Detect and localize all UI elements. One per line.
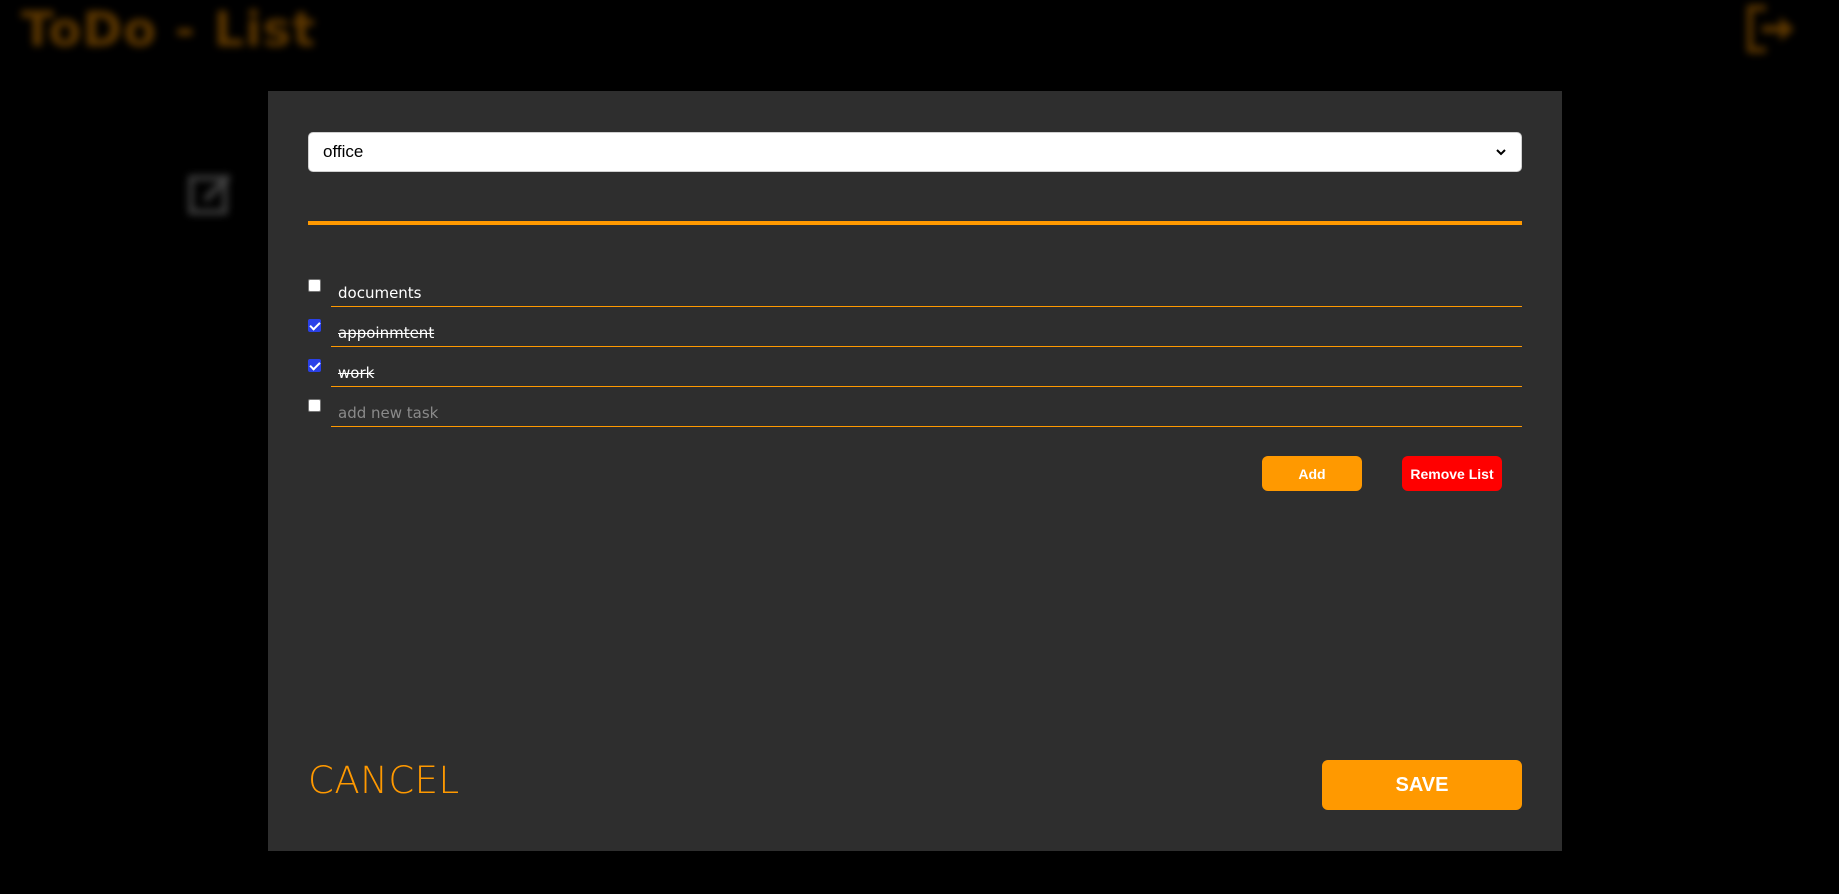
task-checkbox[interactable] [308, 319, 321, 332]
task-input[interactable]: documents [331, 279, 1522, 307]
task-checkbox[interactable] [308, 279, 321, 292]
new-task-checkbox[interactable] [308, 399, 321, 412]
remove-list-button[interactable]: Remove List [1402, 456, 1502, 491]
task-input[interactable]: work [331, 359, 1522, 387]
save-button[interactable]: SAVE [1322, 760, 1522, 810]
task-row: appoinmtent [308, 319, 1522, 359]
app-title: ToDo - List [21, 2, 317, 58]
cancel-button[interactable]: CANCEL [308, 759, 460, 802]
task-row: work [308, 359, 1522, 399]
list-select-value: office [323, 142, 364, 161]
divider [308, 221, 1522, 225]
list-select[interactable]: office [308, 132, 1522, 172]
task-row: documents [308, 279, 1522, 319]
logout-icon[interactable] [1744, 4, 1800, 54]
task-input[interactable]: appoinmtent [331, 319, 1522, 347]
page: ToDo - List office documents appoinmtent… [0, 0, 1839, 894]
edit-list-modal: office documents appoinmtent work add ne… [268, 91, 1562, 851]
new-task-row: add new task [308, 399, 1522, 439]
chevron-down-icon [1496, 149, 1506, 156]
add-task-button[interactable]: Add [1262, 456, 1362, 491]
task-list: documents appoinmtent work add new task [308, 279, 1522, 439]
task-checkbox[interactable] [308, 359, 321, 372]
edit-note-icon[interactable] [187, 168, 237, 218]
new-task-input[interactable]: add new task [331, 399, 1522, 427]
